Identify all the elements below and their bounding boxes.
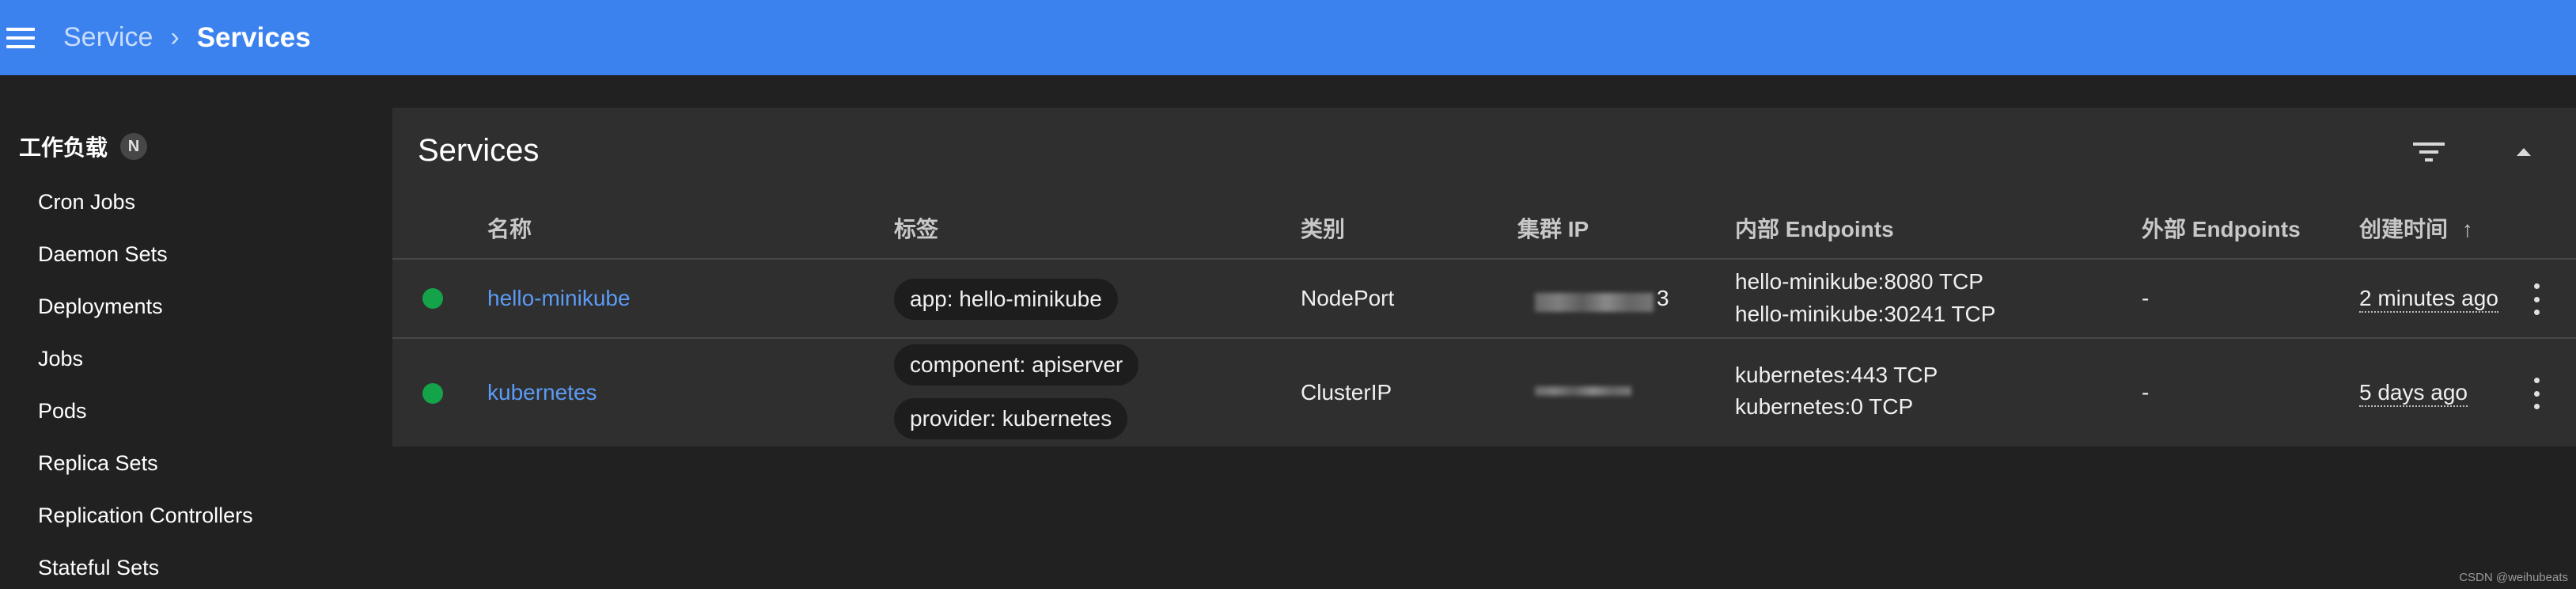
service-name-link[interactable]: hello-minikube xyxy=(487,286,631,311)
column-header-type: 类别 xyxy=(1301,217,1346,241)
column-header-internal-endpoints: 内部 Endpoints xyxy=(1735,217,1894,241)
breadcrumb-separator-icon: › xyxy=(170,22,180,52)
table-row: kubernetes component: apiserver provider… xyxy=(392,339,2576,445)
column-header-labels: 标签 xyxy=(894,217,939,241)
cluster-ip-redacted xyxy=(1535,293,1654,312)
sidebar-item-deployments[interactable]: Deployments xyxy=(38,294,163,319)
more-vert-icon[interactable] xyxy=(2529,283,2544,315)
card-title: Services xyxy=(418,133,540,168)
internal-endpoint: kubernetes:0 TCP xyxy=(1735,394,1914,419)
more-vert-icon[interactable] xyxy=(2529,378,2544,409)
sidebar-section-header[interactable]: 工作负载 N xyxy=(19,131,148,162)
namespace-badge: N xyxy=(120,133,148,160)
column-header-created[interactable]: 创建时间 ↑ xyxy=(2359,212,2473,244)
service-type: ClusterIP xyxy=(1301,380,1392,405)
cluster-ip-suffix: 3 xyxy=(1657,286,1669,310)
filter-icon[interactable] xyxy=(2411,139,2446,165)
sidebar-item-daemon-sets[interactable]: Daemon Sets xyxy=(38,242,168,267)
sort-arrow-up-icon[interactable]: ↑ xyxy=(2462,217,2473,241)
created-time[interactable]: 5 days ago xyxy=(2359,380,2468,407)
service-name-link[interactable]: kubernetes xyxy=(487,380,597,405)
column-header-name[interactable]: 名称 xyxy=(487,212,532,244)
column-header-external-endpoints: 外部 Endpoints xyxy=(2142,217,2301,241)
sidebar-item-pods[interactable]: Pods xyxy=(38,399,87,424)
services-card: Services 名称 标签 类别 集群 IP 内部 Endpoints 外部 … xyxy=(392,108,2576,446)
sidebar-item-replica-sets[interactable]: Replica Sets xyxy=(38,451,158,476)
sidebar-item-jobs[interactable]: Jobs xyxy=(38,347,83,371)
sidebar-item-cron-jobs[interactable]: Cron Jobs xyxy=(38,190,135,215)
status-ok-icon xyxy=(422,383,443,404)
status-ok-icon xyxy=(422,288,443,309)
label-chip: component: apiserver xyxy=(894,344,1139,386)
external-endpoints: - xyxy=(2142,380,2150,405)
sidebar-item-replication-controllers[interactable]: Replication Controllers xyxy=(38,504,253,528)
service-type: NodePort xyxy=(1301,286,1395,310)
sidebar: 工作负载 N Cron Jobs Daemon Sets Deployments… xyxy=(0,75,392,589)
internal-endpoint: hello-minikube:8080 TCP xyxy=(1735,269,1983,294)
table-row: hello-minikube app: hello-minikube NodeP… xyxy=(392,260,2576,337)
sidebar-item-stateful-sets[interactable]: Stateful Sets xyxy=(38,556,159,580)
menu-icon[interactable] xyxy=(6,27,35,48)
label-chip: provider: kubernetes xyxy=(894,398,1128,439)
cluster-ip-redacted xyxy=(1535,386,1631,396)
top-bar: Service › Services xyxy=(0,0,2576,75)
internal-endpoint: kubernetes:443 TCP xyxy=(1735,363,1938,387)
label-chip: app: hello-minikube xyxy=(894,279,1118,320)
column-header-created-label: 创建时间 xyxy=(2359,217,2449,241)
internal-endpoint: hello-minikube:30241 TCP xyxy=(1735,302,1996,326)
sidebar-section-title: 工作负载 xyxy=(19,135,108,160)
created-time[interactable]: 2 minutes ago xyxy=(2359,286,2498,313)
column-header-cluster-ip: 集群 IP xyxy=(1517,217,1589,241)
breadcrumb-current: Services xyxy=(196,21,311,53)
watermark: CSDN @weihubeats xyxy=(2459,571,2568,584)
chevron-up-icon[interactable] xyxy=(2513,141,2535,163)
external-endpoints: - xyxy=(2142,286,2150,310)
breadcrumb-parent[interactable]: Service xyxy=(63,22,153,53)
